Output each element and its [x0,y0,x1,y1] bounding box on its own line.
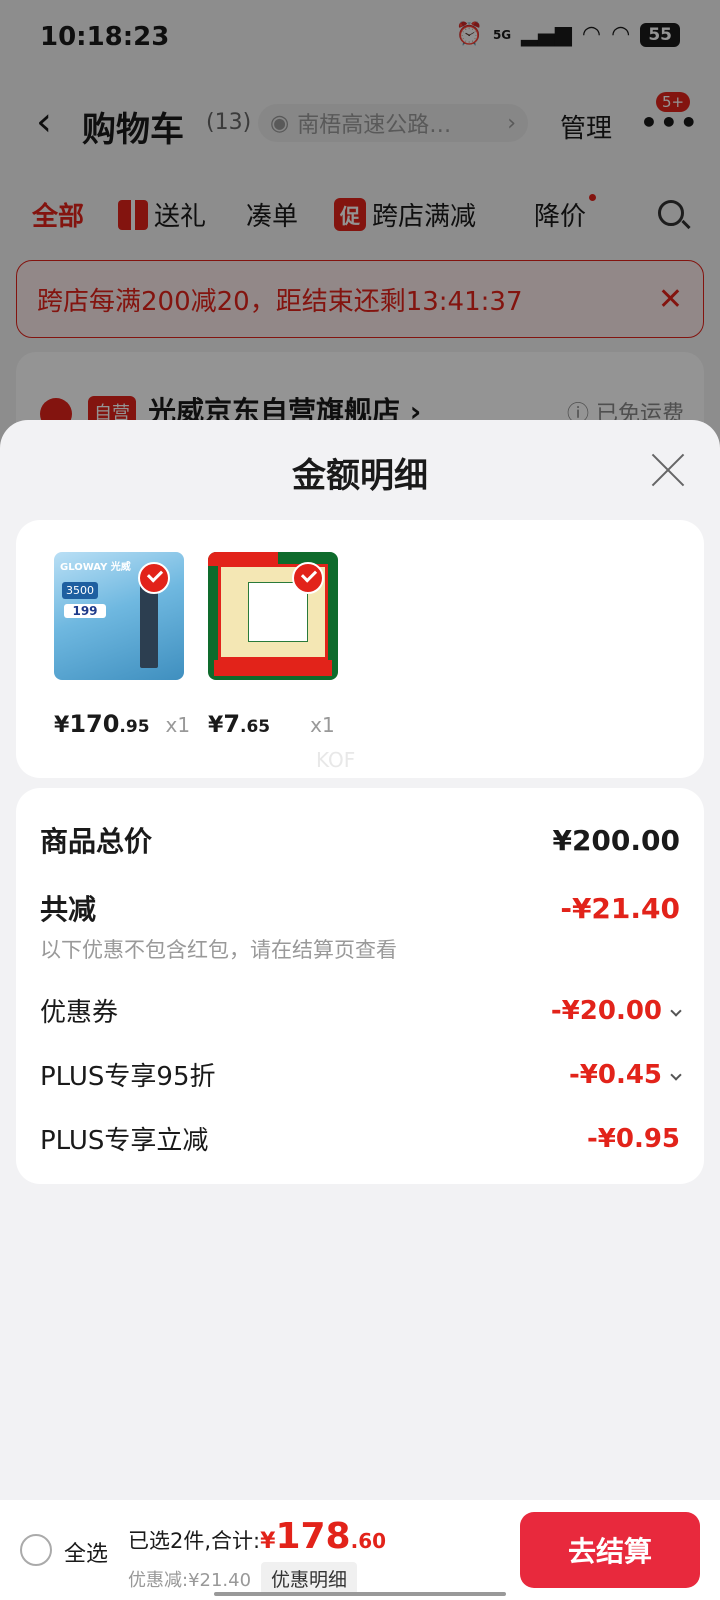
total-price-label: 商品总价 [40,825,153,858]
home-indicator[interactable] [214,1592,506,1596]
total-reduce-row: 共减 -¥21.40 [40,888,680,928]
sheet-title: 金额明细 [292,456,428,496]
select-all-label[interactable]: 全选 [64,1536,108,1568]
product-quantity: x1 [165,713,191,737]
coupon-row[interactable]: 优惠券 -¥20.00 [40,992,682,1029]
product-quantity: x1 [310,713,335,737]
product-price: ¥ 170 .95 x1 [54,710,194,738]
summary-line: 已选2件,合计: ¥ 178 .60 [128,1516,386,1557]
summary-text: 已选2件,合计: [128,1529,261,1553]
checkmark-icon [292,562,324,594]
image-bottom-band [214,660,332,676]
price-decimal: .65 [240,717,271,737]
image-price-text: 199 [64,604,106,618]
plus-instant-label: PLUS专享立减 [40,1126,209,1156]
price-integer: 170 [69,710,120,738]
chevron-down-icon [670,1068,682,1081]
currency-symbol: ¥ [54,713,70,738]
discount-detail-button[interactable]: 优惠明细 [261,1562,358,1595]
total-reduce-label: 共减 [40,893,97,926]
reduce-note: 以下优惠不包含红包，请在结算页查看 [40,938,397,962]
price-breakdown-card: 商品总价 ¥200.00 共减 -¥21.40 以下优惠不包含红包，请在结算页查… [16,788,704,1184]
product-item[interactable]: ¥ 7 .65 x1 [208,552,348,738]
total-reduce-value: -¥21.40 [560,891,680,925]
plus-instant-row: PLUS专享立减 -¥0.95 [40,1120,680,1157]
plus-instant-value: -¥0.95 [586,1123,680,1154]
plus-discount-value: -¥0.45 [568,1059,662,1090]
checkout-bar: 全选 已选2件,合计: ¥ 178 .60 优惠减:¥21.40 优惠明细 去结… [0,1500,720,1600]
price-detail-sheet: 金额明细 GLOWAY 光威 3500 199 ¥ 170 .95 x1 ¥ 7… [0,420,720,1600]
price-integer: 7 [223,710,241,738]
plus-discount-label: PLUS专享95折 [40,1062,216,1092]
checkmark-icon [138,562,170,594]
watermark-text: KOF [316,748,356,772]
total-integer: 178 [275,1516,351,1557]
currency-symbol: ¥ [208,713,224,738]
coupon-label: 优惠券 [40,998,119,1028]
plus-discount-row[interactable]: PLUS专享95折 -¥0.45 [40,1056,682,1093]
product-image-ointment [208,552,338,680]
coupon-value: -¥20.00 [550,995,662,1026]
total-price-row: 商品总价 ¥200.00 [40,820,680,860]
discount-line: 优惠减:¥21.40 优惠明细 [128,1562,358,1595]
image-brand-text: GLOWAY 光威 [60,562,131,573]
select-all-radio[interactable] [20,1534,52,1566]
total-price-value: ¥200.00 [552,823,680,857]
checkout-button[interactable]: 去结算 [520,1512,700,1588]
total-decimal: .60 [350,1529,387,1553]
product-price: ¥ 7 .65 x1 [208,710,348,738]
product-image-ssd: GLOWAY 光威 3500 199 [54,552,184,680]
coupon-value-group: -¥20.00 [550,995,682,1026]
discount-text: 优惠减:¥21.40 [128,1569,252,1591]
plus-discount-value-group: -¥0.45 [568,1059,682,1090]
price-decimal: .95 [119,717,150,737]
image-capacity-text: 3500 [62,582,98,599]
close-icon[interactable] [650,450,686,486]
selected-products-card: GLOWAY 光威 3500 199 ¥ 170 .95 x1 ¥ 7 .65 … [16,520,704,778]
product-item[interactable]: GLOWAY 光威 3500 199 ¥ 170 .95 x1 [54,552,194,738]
total-currency: ¥ [260,1529,276,1554]
chevron-down-icon [670,1004,682,1017]
